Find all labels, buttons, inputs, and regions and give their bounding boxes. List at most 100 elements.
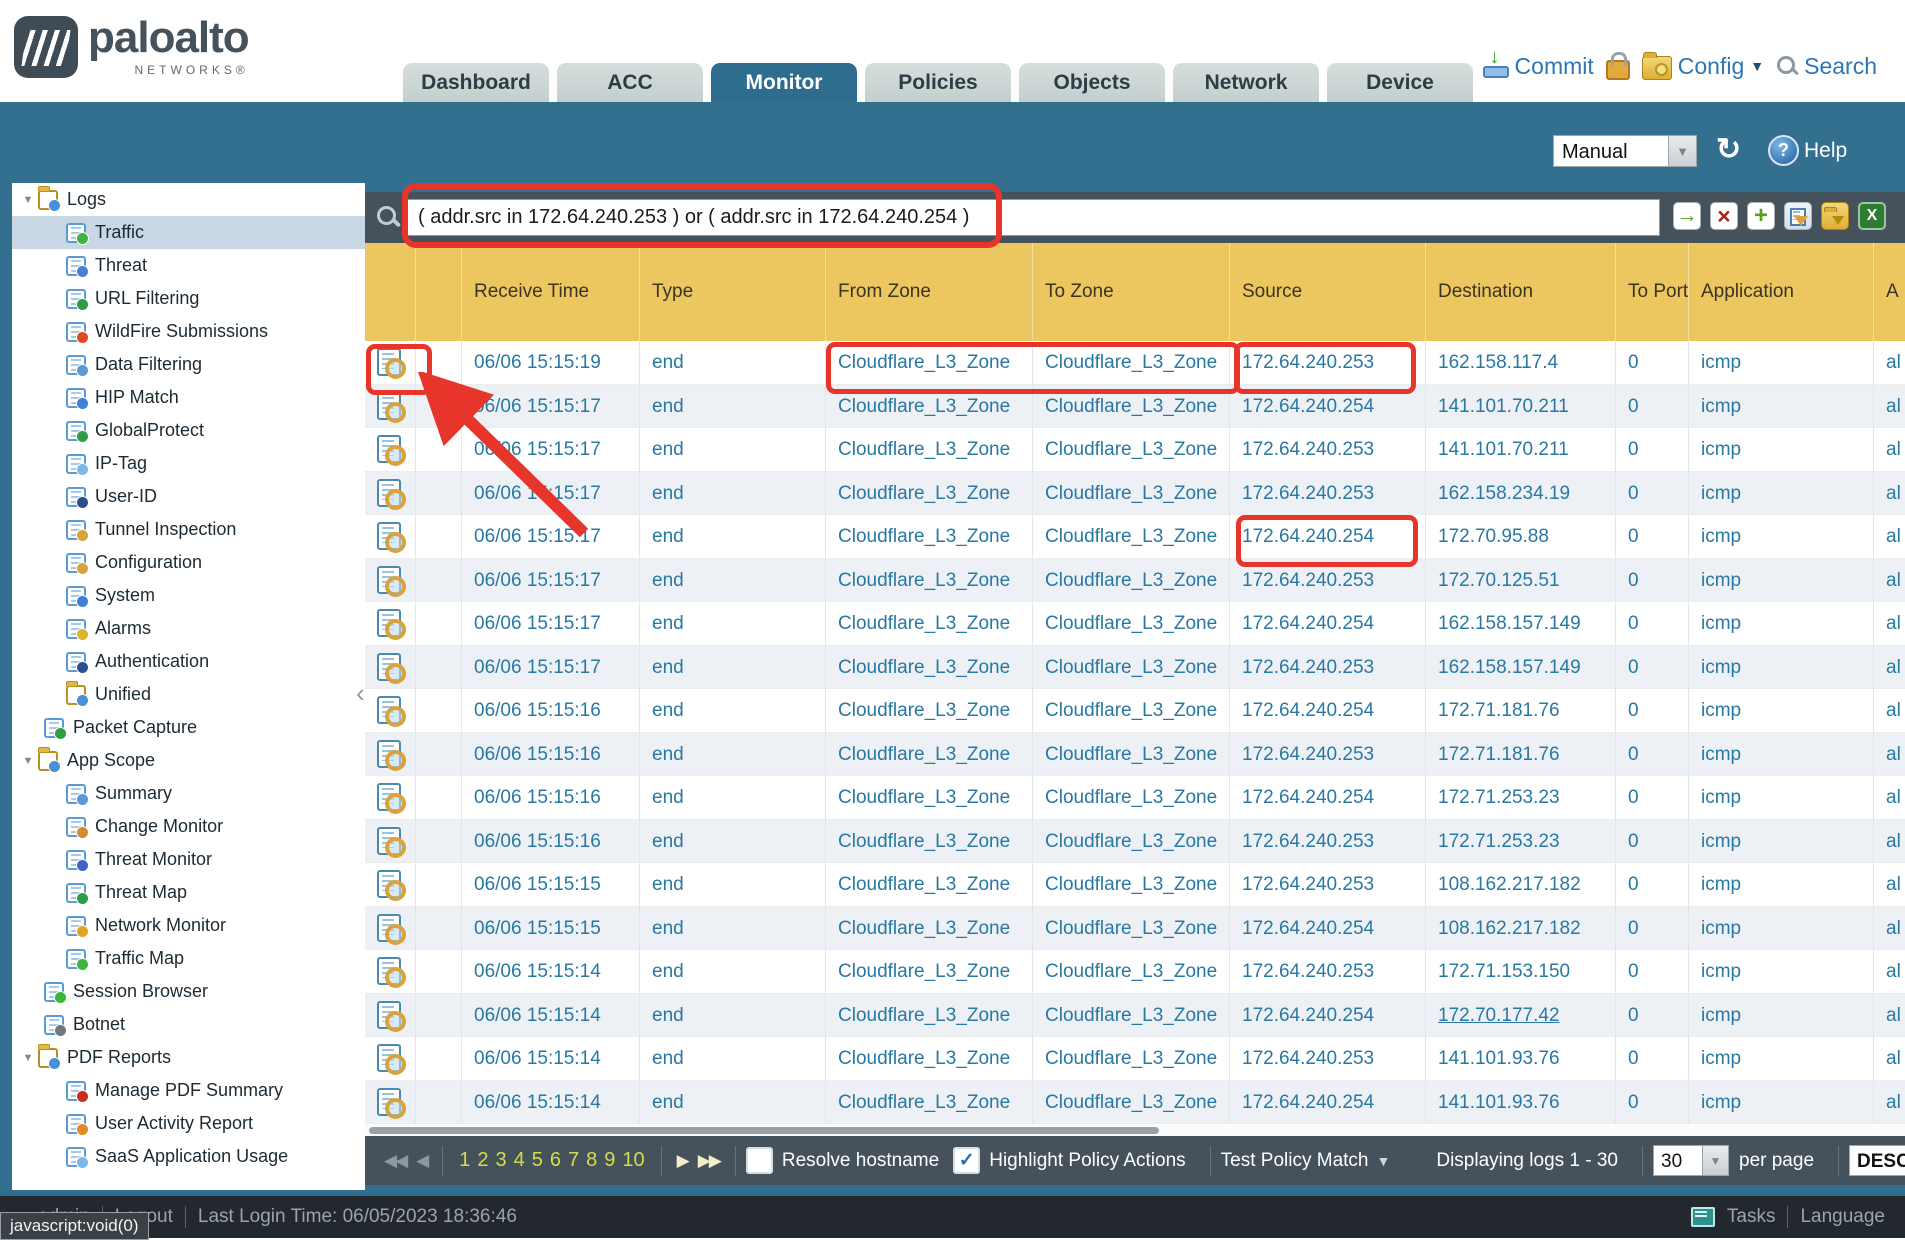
pager-page-10[interactable]: 10	[622, 1149, 644, 1172]
sidebar-item-pdf-reports[interactable]: ▼PDF Reports	[12, 1041, 365, 1074]
cell-action[interactable]: al	[1873, 820, 1905, 864]
cell-action[interactable]: al	[1873, 776, 1905, 820]
cell-receive-time[interactable]: 06/06 15:15:16	[461, 689, 639, 733]
cell-destination[interactable]: 172.71.181.76	[1425, 689, 1615, 733]
cell-receive-time[interactable]: 06/06 15:15:17	[461, 472, 639, 516]
cell-action[interactable]: al	[1873, 341, 1905, 385]
refresh-interval-select[interactable]: Manual ▼	[1553, 135, 1697, 167]
cell-receive-time[interactable]: 06/06 15:15:16	[461, 820, 639, 864]
cell-application[interactable]: icmp	[1688, 559, 1873, 603]
cell-receive-time[interactable]: 06/06 15:15:17	[461, 428, 639, 472]
help-label[interactable]: Help	[1804, 139, 1847, 163]
config-menu-button[interactable]: Config ▼	[1642, 52, 1764, 80]
cell-source[interactable]: 172.64.240.253	[1229, 1037, 1425, 1081]
cell-action[interactable]: al	[1873, 1037, 1905, 1081]
pager-page-7[interactable]: 7	[568, 1149, 579, 1172]
sidebar-item-logs[interactable]: ▼Logs	[12, 183, 365, 216]
cell-source[interactable]: 172.64.240.254	[1229, 515, 1425, 559]
cell-type[interactable]: end	[639, 776, 825, 820]
cell-action[interactable]: al	[1873, 994, 1905, 1038]
cell-type[interactable]: end	[639, 689, 825, 733]
cell-source[interactable]: 172.64.240.254	[1229, 689, 1425, 733]
cell-to-port[interactable]: 0	[1615, 733, 1688, 777]
sidebar-item-network-monitor[interactable]: Network Monitor	[12, 909, 365, 942]
cell-to-zone[interactable]: Cloudflare_L3_Zone	[1032, 994, 1229, 1038]
cell-to-zone[interactable]: Cloudflare_L3_Zone	[1032, 428, 1229, 472]
cell-to-zone[interactable]: Cloudflare_L3_Zone	[1032, 863, 1229, 907]
help-icon[interactable]: ?	[1768, 135, 1799, 166]
pager-page-2[interactable]: 2	[477, 1149, 488, 1172]
sort-order-select[interactable]: DESC ▼	[1849, 1145, 1905, 1176]
cell-source[interactable]: 172.64.240.254	[1229, 602, 1425, 646]
cell-to-zone[interactable]: Cloudflare_L3_Zone	[1032, 385, 1229, 429]
cell-action[interactable]: al	[1873, 689, 1905, 733]
cell-to-zone[interactable]: Cloudflare_L3_Zone	[1032, 820, 1229, 864]
cell-destination[interactable]: 172.70.125.51	[1425, 559, 1615, 603]
cell-to-port[interactable]: 0	[1615, 646, 1688, 690]
cell-to-port[interactable]: 0	[1615, 385, 1688, 429]
tab-dashboard[interactable]: Dashboard	[403, 63, 549, 102]
cell-type[interactable]: end	[639, 994, 825, 1038]
cell-to-zone[interactable]: Cloudflare_L3_Zone	[1032, 950, 1229, 994]
tab-device[interactable]: Device	[1327, 63, 1473, 102]
pager-first-button[interactable]: ◀◀	[384, 1151, 406, 1171]
log-detail-magnifier-icon[interactable]	[377, 740, 401, 768]
test-policy-match-button[interactable]: Test Policy Match ▼	[1221, 1150, 1391, 1172]
sidebar-item-configuration[interactable]: Configuration	[12, 546, 365, 579]
sidebar-item-user-id[interactable]: User-ID	[12, 480, 365, 513]
cell-application[interactable]: icmp	[1688, 602, 1873, 646]
log-detail-magnifier-icon[interactable]	[377, 696, 401, 724]
cell-type[interactable]: end	[639, 515, 825, 559]
cell-type[interactable]: end	[639, 1081, 825, 1125]
cell-source[interactable]: 172.64.240.254	[1229, 385, 1425, 429]
cell-source[interactable]: 172.64.240.253	[1229, 341, 1425, 385]
cell-type[interactable]: end	[639, 559, 825, 603]
cell-type[interactable]: end	[639, 1037, 825, 1081]
cell-application[interactable]: icmp	[1688, 689, 1873, 733]
cell-to-port[interactable]: 0	[1615, 602, 1688, 646]
cell-receive-time[interactable]: 06/06 15:15:16	[461, 733, 639, 777]
export-csv-icon[interactable]: X	[1858, 202, 1886, 230]
cell-from-zone[interactable]: Cloudflare_L3_Zone	[825, 994, 1032, 1038]
cell-source[interactable]: 172.64.240.253	[1229, 863, 1425, 907]
cell-from-zone[interactable]: Cloudflare_L3_Zone	[825, 515, 1032, 559]
load-filter-icon[interactable]	[1821, 202, 1849, 230]
pager-last-button[interactable]: ▶▶	[698, 1151, 720, 1171]
sidebar-item-manage-pdf-summary[interactable]: Manage PDF Summary	[12, 1074, 365, 1107]
sidebar-item-threat[interactable]: Threat	[12, 249, 365, 282]
sidebar-item-hip-match[interactable]: HIP Match	[12, 381, 365, 414]
sidebar-item-summary[interactable]: Summary	[12, 777, 365, 810]
cell-destination[interactable]: 108.162.217.182	[1425, 863, 1615, 907]
column-header-from-zone[interactable]: From Zone	[825, 243, 1032, 341]
cell-destination[interactable]: 141.101.93.76	[1425, 1037, 1615, 1081]
cell-from-zone[interactable]: Cloudflare_L3_Zone	[825, 385, 1032, 429]
cell-source[interactable]: 172.64.240.254	[1229, 907, 1425, 951]
cell-receive-time[interactable]: 06/06 15:15:17	[461, 646, 639, 690]
cell-to-zone[interactable]: Cloudflare_L3_Zone	[1032, 907, 1229, 951]
cell-receive-time[interactable]: 06/06 15:15:14	[461, 1037, 639, 1081]
cell-to-port[interactable]: 0	[1615, 776, 1688, 820]
column-header-source[interactable]: Source	[1229, 243, 1425, 341]
cell-application[interactable]: icmp	[1688, 994, 1873, 1038]
cell-application[interactable]: icmp	[1688, 1081, 1873, 1125]
cell-to-zone[interactable]: Cloudflare_L3_Zone	[1032, 1037, 1229, 1081]
sidebar-item-botnet[interactable]: Botnet	[12, 1008, 365, 1041]
pager-prev-button[interactable]: ◀	[416, 1151, 427, 1171]
cell-action[interactable]: al	[1873, 472, 1905, 516]
cell-action[interactable]: al	[1873, 907, 1905, 951]
apply-filter-icon[interactable]: →	[1673, 202, 1701, 230]
log-detail-magnifier-icon[interactable]	[377, 827, 401, 855]
log-detail-magnifier-icon[interactable]	[377, 348, 401, 376]
refresh-icon[interactable]: ↻	[1716, 132, 1741, 167]
cell-destination[interactable]: 172.71.253.23	[1425, 820, 1615, 864]
sidebar-item-change-monitor[interactable]: Change Monitor	[12, 810, 365, 843]
cell-destination[interactable]: 141.101.70.211	[1425, 428, 1615, 472]
sidebar-item-threat-monitor[interactable]: Threat Monitor	[12, 843, 365, 876]
cell-application[interactable]: icmp	[1688, 385, 1873, 429]
cell-to-port[interactable]: 0	[1615, 428, 1688, 472]
cell-action[interactable]: al	[1873, 559, 1905, 603]
cell-to-zone[interactable]: Cloudflare_L3_Zone	[1032, 472, 1229, 516]
log-detail-magnifier-icon[interactable]	[377, 522, 401, 550]
commit-button[interactable]: Commit	[1483, 53, 1594, 80]
column-header-to-port[interactable]: To Port	[1615, 243, 1688, 341]
